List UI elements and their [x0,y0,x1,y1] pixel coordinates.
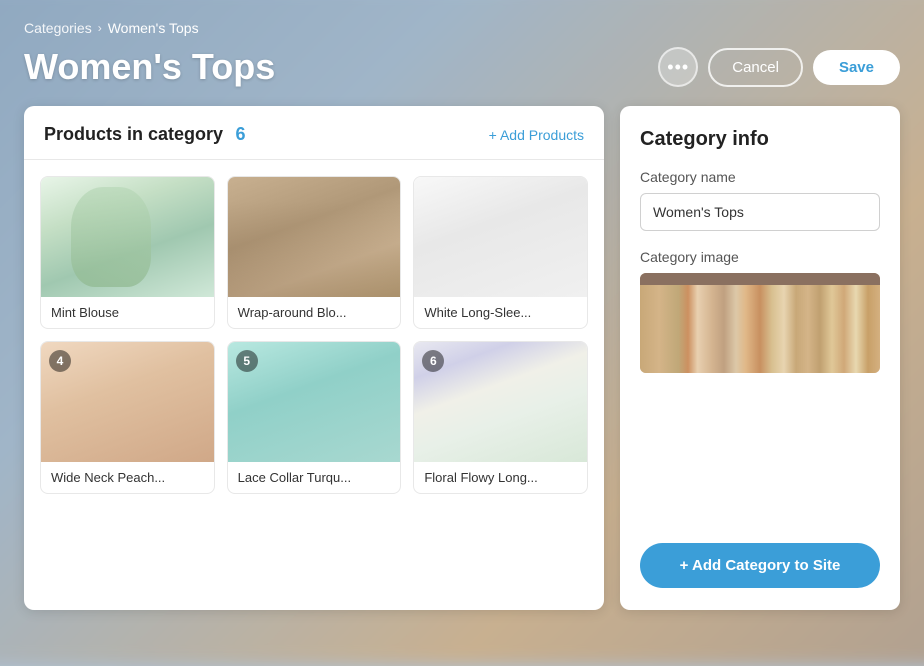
product-img-3 [414,177,587,297]
panel-header: Products in category 6 + Add Products [24,106,604,160]
product-img-2 [228,177,401,297]
product-name-6: Floral Flowy Long... [414,462,587,493]
product-badge-4: 4 [49,350,71,372]
clothes-rack-image [640,273,880,373]
product-card-5[interactable]: 5 Lace Collar Turqu... [227,341,402,494]
cancel-button[interactable]: Cancel [708,48,803,87]
header-actions: ••• Cancel Save [658,47,900,87]
product-image-5: 5 [228,342,401,462]
product-img-1 [41,177,214,297]
product-image-3: 3 [414,177,587,297]
product-card-2[interactable]: 2 Wrap-around Blo... [227,176,402,329]
panel-title: Products in category [44,124,223,144]
breadcrumb-current: Women's Tops [108,20,199,36]
more-button[interactable]: ••• [658,47,698,87]
category-image-preview[interactable] [640,273,880,373]
product-name-4: Wide Neck Peach... [41,462,214,493]
category-name-field: Category name [640,169,880,231]
product-image-4: 4 [41,342,214,462]
product-image-2: 2 [228,177,401,297]
product-name-5: Lace Collar Turqu... [228,462,401,493]
product-card-6[interactable]: 6 Floral Flowy Long... [413,341,588,494]
page-title: Women's Tops [24,46,275,88]
products-grid: 1 Mint Blouse 2 Wrap-around Blo... [24,160,604,510]
breadcrumb-chevron-icon: › [98,21,102,35]
save-button[interactable]: Save [813,50,900,85]
product-image-6: 6 [414,342,587,462]
category-info-panel: Category info Category name Category ima… [620,106,900,610]
category-image-label: Category image [640,249,880,265]
category-info-title: Category info [640,128,880,151]
product-badge-5: 5 [236,350,258,372]
product-name-3: White Long-Slee... [414,297,587,328]
product-card-1[interactable]: 1 Mint Blouse [40,176,215,329]
add-products-link[interactable]: + Add Products [489,127,584,143]
product-card-4[interactable]: 4 Wide Neck Peach... [40,341,215,494]
product-image-1: 1 [41,177,214,297]
product-name-2: Wrap-around Blo... [228,297,401,328]
product-count: 6 [236,124,246,144]
page-header: Women's Tops ••• Cancel Save [24,46,900,88]
category-image-section: Category image [640,249,880,373]
product-card-3[interactable]: 3 White Long-Slee... [413,176,588,329]
add-category-button[interactable]: + Add Category to Site [640,543,880,588]
category-name-label: Category name [640,169,880,185]
products-panel: Products in category 6 + Add Products 1 … [24,106,604,610]
breadcrumb-parent[interactable]: Categories [24,20,92,36]
category-name-input[interactable] [640,193,880,231]
breadcrumb: Categories › Women's Tops [24,20,900,36]
panel-header-left: Products in category 6 [44,124,246,145]
product-name-1: Mint Blouse [41,297,214,328]
content-area: Products in category 6 + Add Products 1 … [24,106,900,610]
